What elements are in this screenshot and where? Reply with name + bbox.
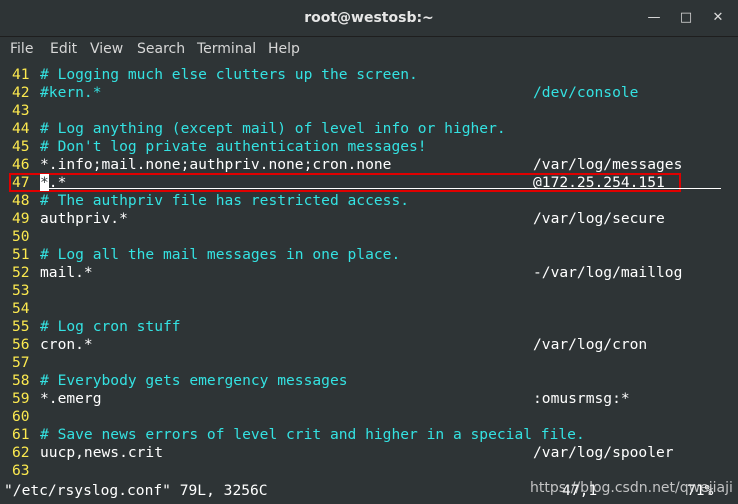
editor-line: 47 *.* <box>12 174 66 192</box>
line-rule: uucp,news.crit <box>40 444 164 461</box>
line-rule: *.info;mail.none;authpriv.none;cron.none <box>40 156 392 173</box>
line-number: 59 <box>12 390 30 407</box>
line-rule: mail.* <box>40 264 93 281</box>
line-number: 41 <box>12 66 30 83</box>
terminal-content[interactable]: "/etc/rsyslog.conf" 79L, 3256C 47,1 71% … <box>0 63 738 504</box>
line-comment: # Save news errors of level crit and hig… <box>40 426 585 443</box>
editor-line: 42 #kern.* <box>12 84 102 102</box>
line-target: /var/log/cron <box>533 336 648 353</box>
editor-line: 58 # Everybody gets emergency messages <box>12 372 348 390</box>
close-icon[interactable]: ✕ <box>709 9 727 27</box>
line-number: 63 <box>12 462 30 479</box>
maximize-icon[interactable]: □ <box>677 9 695 27</box>
editor-line: 48 # The authpriv file has restricted acc… <box>12 192 409 210</box>
editor-line: 45 # Don't log private authentication mes… <box>12 138 427 156</box>
line-number: 57 <box>12 354 30 371</box>
window-title: root@westosb:~ <box>304 10 434 26</box>
watermark: https://blog.csdn.net/qwejiaji <box>530 480 733 496</box>
line-rule: .* <box>48 174 67 191</box>
editor-line: 53 <box>12 282 40 300</box>
menu-file[interactable]: File <box>10 41 33 57</box>
line-comment: # Logging much else clutters up the scre… <box>40 66 418 83</box>
line-rule: cron.* <box>40 336 93 353</box>
line-number: 47 <box>12 174 30 191</box>
menu-search[interactable]: Search <box>137 41 185 57</box>
line-comment: # Everybody gets emergency messages <box>40 372 348 389</box>
editor-line: 46 *.info;mail.none;authpriv.none;cron.no… <box>12 156 391 174</box>
line-target: @172.25.254.151 <box>533 174 665 191</box>
menu-edit[interactable]: Edit <box>50 41 77 57</box>
line-number: 43 <box>12 102 30 119</box>
line-number: 49 <box>12 210 30 227</box>
line-number: 52 <box>12 264 30 281</box>
editor-line: 56 cron.* <box>12 336 93 354</box>
terminal-window: root@westosb:~ — □ ✕ File Edit View Sear… <box>0 0 738 504</box>
line-target: /var/log/messages <box>533 156 683 173</box>
line-number: 55 <box>12 318 30 335</box>
menu-view[interactable]: View <box>90 41 123 57</box>
editor-line: 54 <box>12 300 40 318</box>
editor-line: 51 # Log all the mail messages in one pla… <box>12 246 400 264</box>
line-number: 46 <box>12 156 30 173</box>
line-number: 51 <box>12 246 30 263</box>
line-number: 54 <box>12 300 30 317</box>
line-number: 61 <box>12 426 30 443</box>
line-rule: authpriv.* <box>40 210 128 227</box>
line-number: 53 <box>12 282 30 299</box>
line-target: -/var/log/maillog <box>533 264 683 281</box>
editor-line: 50 <box>12 228 40 246</box>
editor-line: 62 uucp,news.crit <box>12 444 163 462</box>
line-number: 50 <box>12 228 30 245</box>
editor-line: 59 *.emerg <box>12 390 102 408</box>
editor-line: 52 mail.* <box>12 264 93 282</box>
line-number: 42 <box>12 84 30 101</box>
editor-line: 41 # Logging much else clutters up the sc… <box>12 66 418 84</box>
line-target: /var/log/secure <box>533 210 665 227</box>
text-cursor: * <box>40 174 49 191</box>
line-number: 58 <box>12 372 30 389</box>
scrollbar[interactable] <box>732 63 738 504</box>
line-target: /var/log/spooler <box>533 444 674 461</box>
editor-line: 63 <box>12 462 40 480</box>
line-rule: *.emerg <box>40 390 102 407</box>
editor-line: 55 # Log cron stuff <box>12 318 181 336</box>
line-number: 48 <box>12 192 30 209</box>
editor-line: 57 <box>12 354 40 372</box>
line-comment: # Log anything (except mail) of level in… <box>40 120 506 137</box>
status-file-info: "/etc/rsyslog.conf" 79L, 3256C <box>4 482 268 499</box>
line-number: 56 <box>12 336 30 353</box>
line-comment: # Log cron stuff <box>40 318 181 335</box>
line-comment: # Log all the mail messages in one place… <box>40 246 401 263</box>
editor-line: 43 <box>12 102 40 120</box>
editor-line: 44 # Log anything (except mail) of level … <box>12 120 506 138</box>
editor-line: 49 authpriv.* <box>12 210 128 228</box>
menu-terminal[interactable]: Terminal <box>197 41 256 57</box>
menu-bar: File Edit View Search Terminal Help <box>0 37 738 63</box>
minimize-icon[interactable]: — <box>645 9 663 27</box>
line-comment: #kern.* <box>40 84 102 101</box>
line-number: 44 <box>12 120 30 137</box>
title-bar[interactable]: root@westosb:~ — □ ✕ <box>0 0 738 37</box>
editor-line: 61 # Save news errors of level crit and h… <box>12 426 585 444</box>
line-target: :omusrmsg:* <box>533 390 630 407</box>
line-comment: # The authpriv file has restricted acces… <box>40 192 410 209</box>
line-number: 45 <box>12 138 30 155</box>
line-number: 60 <box>12 408 30 425</box>
line-comment: # Don't log private authentication messa… <box>40 138 427 155</box>
line-target: /dev/console <box>533 84 639 101</box>
line-number: 62 <box>12 444 30 461</box>
editor-line: 60 <box>12 408 40 426</box>
menu-help[interactable]: Help <box>268 41 300 57</box>
